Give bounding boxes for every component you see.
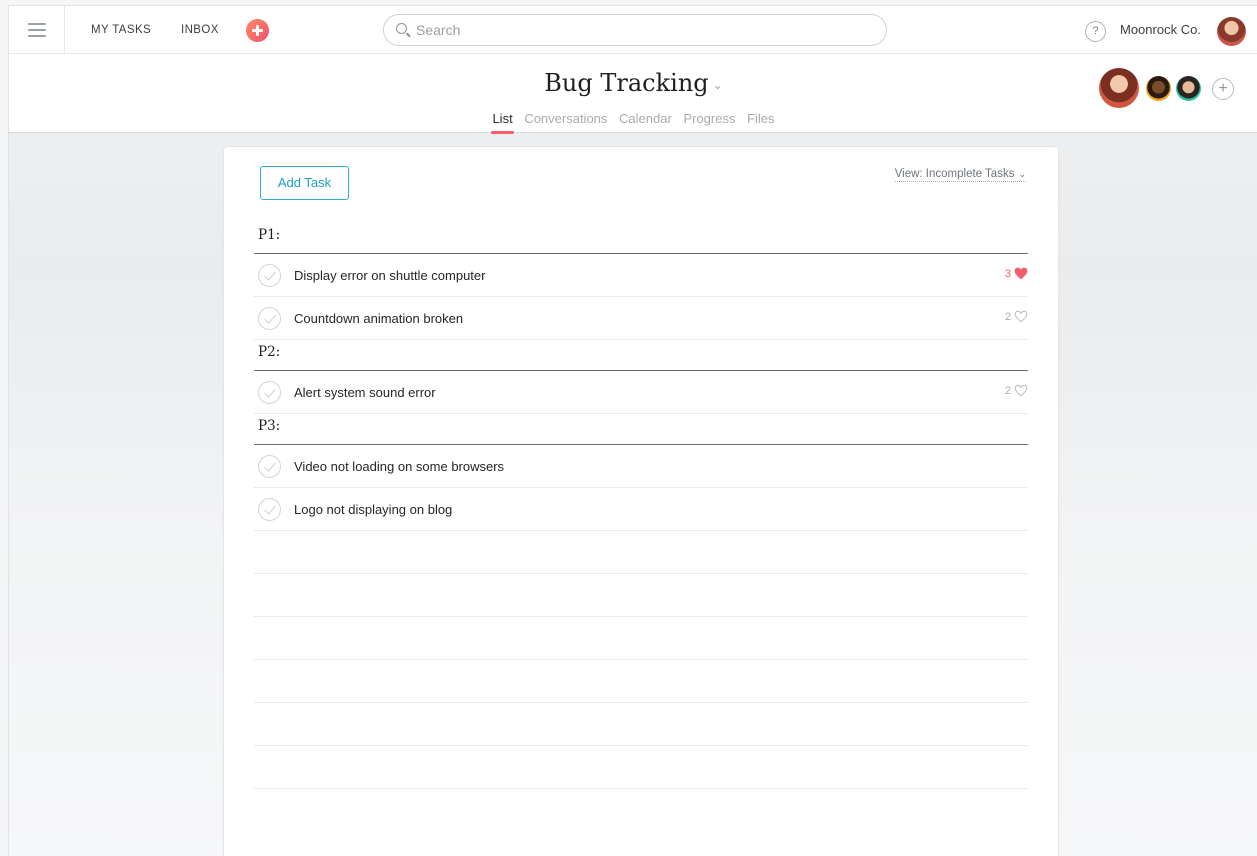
search-input[interactable] [416, 20, 876, 40]
nav-my-tasks[interactable]: MY TASKS [91, 24, 151, 36]
chevron-down-icon: ⌄ [712, 77, 723, 92]
view-filter-label: View: Incomplete Tasks [894, 168, 1015, 180]
empty-task-row[interactable] [254, 531, 1028, 574]
project-header: Bug Tracking ⌄ List Conversations Calenda… [9, 54, 1257, 134]
task-row[interactable]: Display error on shuttle computer 3 [254, 254, 1028, 297]
project-title[interactable]: Bug Tracking ⌄ [9, 69, 1257, 97]
task-list: P1: Display error on shuttle computer 3 … [254, 223, 1028, 789]
like-button[interactable]: 3 [1005, 267, 1028, 280]
task-name[interactable]: Logo not displaying on blog [294, 502, 452, 517]
section-label: P1: [258, 227, 281, 243]
empty-task-row[interactable] [254, 617, 1028, 660]
task-row[interactable]: Video not loading on some browsers [254, 445, 1028, 488]
check-icon[interactable] [258, 264, 281, 287]
section-header-p2[interactable]: P2: [254, 340, 1028, 371]
empty-task-row[interactable] [254, 703, 1028, 746]
user-avatar[interactable] [1217, 17, 1246, 46]
hamburger-menu-button[interactable] [9, 6, 65, 54]
empty-task-row[interactable] [254, 574, 1028, 617]
like-button[interactable]: 2 [1005, 310, 1028, 323]
like-button[interactable]: 2 [1005, 384, 1028, 397]
nav-inbox[interactable]: INBOX [181, 24, 219, 36]
heart-icon [1014, 267, 1028, 280]
member-avatar[interactable] [1176, 76, 1201, 101]
task-list-card: Add Task View: Incomplete Tasks ⌄ P1: Dis… [224, 147, 1058, 856]
task-name[interactable]: Countdown animation broken [294, 311, 463, 326]
add-member-button[interactable]: + [1212, 78, 1234, 100]
search-icon [396, 23, 407, 34]
tab-conversations[interactable]: Conversations [524, 111, 607, 126]
project-tabs: List Conversations Calendar Progress Fil… [9, 111, 1257, 134]
check-icon[interactable] [258, 455, 281, 478]
organization-name[interactable]: Moonrock Co. [1120, 22, 1201, 37]
member-avatar[interactable] [1146, 76, 1171, 101]
task-name[interactable]: Display error on shuttle computer [294, 268, 485, 283]
task-row[interactable]: Alert system sound error 2 [254, 371, 1028, 414]
section-header-p1[interactable]: P1: [254, 223, 1028, 254]
top-bar: MY TASKS INBOX ? Moonrock Co. [9, 6, 1257, 54]
task-row[interactable]: Logo not displaying on blog [254, 488, 1028, 531]
empty-task-row[interactable] [254, 660, 1028, 703]
task-name[interactable]: Video not loading on some browsers [294, 459, 504, 474]
check-icon[interactable] [258, 498, 281, 521]
member-avatar[interactable] [1099, 68, 1139, 108]
task-name[interactable]: Alert system sound error [294, 385, 436, 400]
like-count: 2 [1004, 384, 1011, 397]
tab-list[interactable]: List [491, 111, 514, 134]
like-count: 3 [1004, 267, 1011, 280]
chevron-down-icon: ⌄ [1018, 169, 1026, 179]
view-filter-dropdown[interactable]: View: Incomplete Tasks ⌄ [894, 168, 1026, 182]
tab-files[interactable]: Files [747, 111, 774, 126]
search-bar[interactable] [383, 14, 887, 46]
app-frame: MY TASKS INBOX ? Moonrock Co. Bug Tracki… [8, 5, 1257, 856]
heart-icon [1014, 310, 1028, 323]
tab-progress[interactable]: Progress [683, 111, 735, 126]
project-title-text: Bug Tracking [544, 69, 709, 97]
task-row[interactable]: Countdown animation broken 2 [254, 297, 1028, 340]
tab-calendar[interactable]: Calendar [619, 111, 672, 126]
check-icon[interactable] [258, 307, 281, 330]
heart-icon [1014, 384, 1028, 397]
empty-task-row[interactable] [254, 746, 1028, 789]
quick-add-button[interactable] [246, 19, 269, 42]
help-button[interactable]: ? [1085, 21, 1106, 42]
like-count: 2 [1004, 310, 1011, 323]
check-icon[interactable] [258, 381, 281, 404]
section-label: P3: [258, 418, 281, 434]
add-task-button[interactable]: Add Task [260, 166, 349, 200]
section-header-p3[interactable]: P3: [254, 414, 1028, 445]
section-label: P2: [258, 344, 281, 360]
hamburger-icon [27, 23, 46, 37]
